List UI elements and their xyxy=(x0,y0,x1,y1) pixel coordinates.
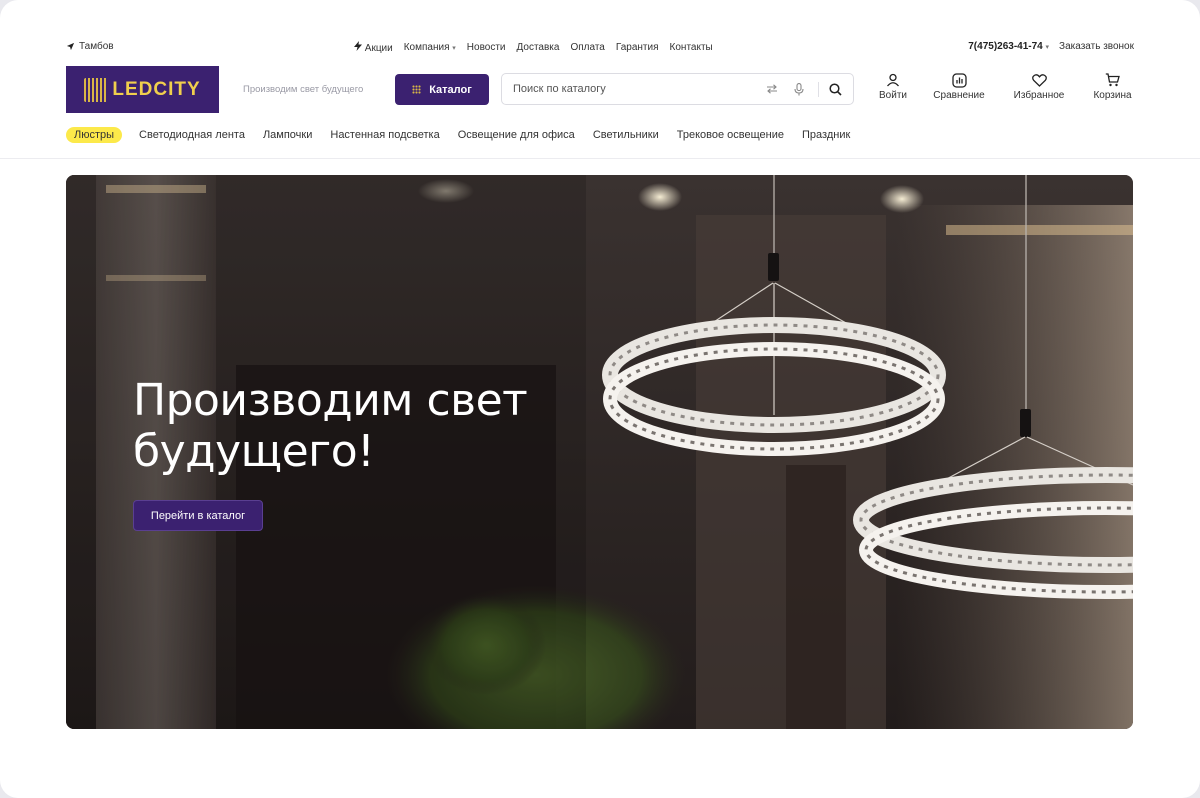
catalog-button-label: Каталог xyxy=(429,83,472,96)
top-nav-contacts[interactable]: Контакты xyxy=(670,42,713,53)
category-wall-lighting[interactable]: Настенная подсветка xyxy=(330,129,439,141)
grid-icon xyxy=(412,85,422,94)
search-icon[interactable] xyxy=(827,81,843,97)
search-box xyxy=(501,73,854,105)
phone-dropdown[interactable]: 7(475)263-41-74 ▾ xyxy=(968,41,1049,52)
compare-button[interactable]: Сравнение xyxy=(931,70,987,101)
top-nav-label: Акции xyxy=(364,43,393,54)
category-office-lighting[interactable]: Освещение для офиса xyxy=(458,129,575,141)
category-led-strip[interactable]: Светодиодная лента xyxy=(139,129,245,141)
top-nav-news[interactable]: Новости xyxy=(467,42,506,53)
city-selector[interactable]: Тамбов xyxy=(66,41,114,52)
chevron-down-icon: ▾ xyxy=(1045,44,1050,51)
chevron-down-icon: ▾ xyxy=(452,45,456,52)
hero-title: Производим свет будущего! xyxy=(133,375,528,477)
tagline: Производим свет будущего xyxy=(243,84,364,95)
bolt-icon xyxy=(354,41,362,51)
top-nav-delivery[interactable]: Доставка xyxy=(517,42,560,53)
cart-label: Корзина xyxy=(1093,90,1132,101)
go-to-catalog-button[interactable]: Перейти в каталог xyxy=(133,500,263,531)
microphone-icon[interactable] xyxy=(791,81,807,97)
user-icon xyxy=(886,70,900,90)
top-nav-warranty[interactable]: Гарантия xyxy=(616,42,659,53)
login-label: Войти xyxy=(879,90,907,101)
top-nav-promo[interactable]: Акции xyxy=(354,41,393,54)
top-bar: Тамбов Акции Компания ▾ Новости Доставка… xyxy=(66,38,1134,56)
category-nav: Люстры Светодиодная лента Лампочки Насте… xyxy=(66,127,868,143)
logo[interactable]: LEDCITY xyxy=(66,66,219,113)
search-input[interactable] xyxy=(513,74,743,104)
filter-swap-icon[interactable] xyxy=(764,81,780,97)
header-actions: Войти Сравнение Избранное Корзина xyxy=(878,70,1134,101)
phone-number: 7(475)263-41-74 xyxy=(968,41,1043,52)
header-divider xyxy=(0,158,1200,159)
compare-icon xyxy=(951,70,967,90)
top-right: 7(475)263-41-74 ▾ Заказать звонок xyxy=(968,41,1134,52)
page: Тамбов Акции Компания ▾ Новости Доставка… xyxy=(0,0,1200,798)
callback-link[interactable]: Заказать звонок xyxy=(1059,41,1134,52)
cart-icon xyxy=(1105,70,1120,90)
top-nav: Акции Компания ▾ Новости Доставка Оплата… xyxy=(354,41,713,54)
category-track-lighting[interactable]: Трековое освещение xyxy=(677,129,784,141)
favorites-button[interactable]: Избранное xyxy=(1011,70,1067,101)
logo-text: LEDCITY xyxy=(112,78,201,100)
login-button[interactable]: Войти xyxy=(878,70,908,101)
cart-button[interactable]: Корзина xyxy=(1091,70,1134,101)
search-divider xyxy=(818,82,819,97)
hero-banner[interactable]: Производим свет будущего! Перейти в ката… xyxy=(66,175,1133,729)
favorites-label: Избранное xyxy=(1013,90,1065,101)
top-nav-payment[interactable]: Оплата xyxy=(570,42,604,53)
city-label: Тамбов xyxy=(79,41,114,52)
logo-grid-icon xyxy=(84,77,109,102)
top-nav-label: Компания xyxy=(403,42,450,53)
category-chandeliers[interactable]: Люстры xyxy=(66,127,123,143)
category-bulbs[interactable]: Лампочки xyxy=(263,129,312,141)
heart-icon xyxy=(1031,70,1047,90)
location-arrow-icon xyxy=(66,42,75,51)
top-nav-company[interactable]: Компания ▾ xyxy=(404,42,456,53)
catalog-button[interactable]: Каталог xyxy=(395,74,489,105)
category-lamps[interactable]: Светильники xyxy=(593,129,659,141)
category-holiday[interactable]: Праздник xyxy=(802,129,850,141)
compare-label: Сравнение xyxy=(933,90,985,101)
